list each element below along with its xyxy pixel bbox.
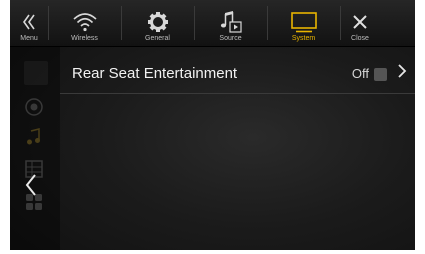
sidebar-music-icon — [24, 127, 44, 147]
tab-source-label: Source — [219, 35, 242, 42]
close-icon — [352, 9, 368, 35]
tab-menu-label: Menu — [20, 35, 38, 42]
setting-label: Rear Seat Entertainment — [72, 65, 238, 82]
menu-double-chevron-icon — [21, 9, 37, 35]
chevron-right-icon — [397, 63, 407, 84]
tab-close-label: Close — [351, 35, 369, 42]
sidebar-speaker-icon — [24, 97, 44, 117]
sidebar — [10, 47, 60, 250]
tab-system[interactable]: System — [267, 0, 340, 46]
tab-wireless-label: Wireless — [71, 35, 98, 42]
music-note-icon — [218, 9, 244, 35]
monitor-icon — [290, 9, 318, 35]
screen: Menu Wireless General Source System Clos… — [10, 0, 415, 250]
tab-source[interactable]: Source — [194, 0, 267, 46]
tab-general[interactable]: General — [121, 0, 194, 46]
top-tab-bar: Menu Wireless General Source System Clos… — [10, 0, 415, 47]
tab-close[interactable]: Close — [340, 0, 380, 46]
wifi-icon — [72, 9, 98, 35]
tab-general-label: General — [145, 35, 170, 42]
sidebar-app-icon — [24, 61, 48, 85]
gear-icon — [147, 9, 169, 35]
tab-menu[interactable]: Menu — [10, 0, 48, 46]
setting-state: Off — [351, 66, 369, 81]
setting-row-rear-seat-entertainment[interactable]: Rear Seat Entertainment Off — [60, 52, 415, 94]
setting-toggle[interactable] — [374, 68, 387, 81]
tab-system-label: System — [291, 35, 316, 42]
chevron-left-icon[interactable] — [25, 173, 37, 202]
tab-wireless[interactable]: Wireless — [48, 0, 121, 46]
